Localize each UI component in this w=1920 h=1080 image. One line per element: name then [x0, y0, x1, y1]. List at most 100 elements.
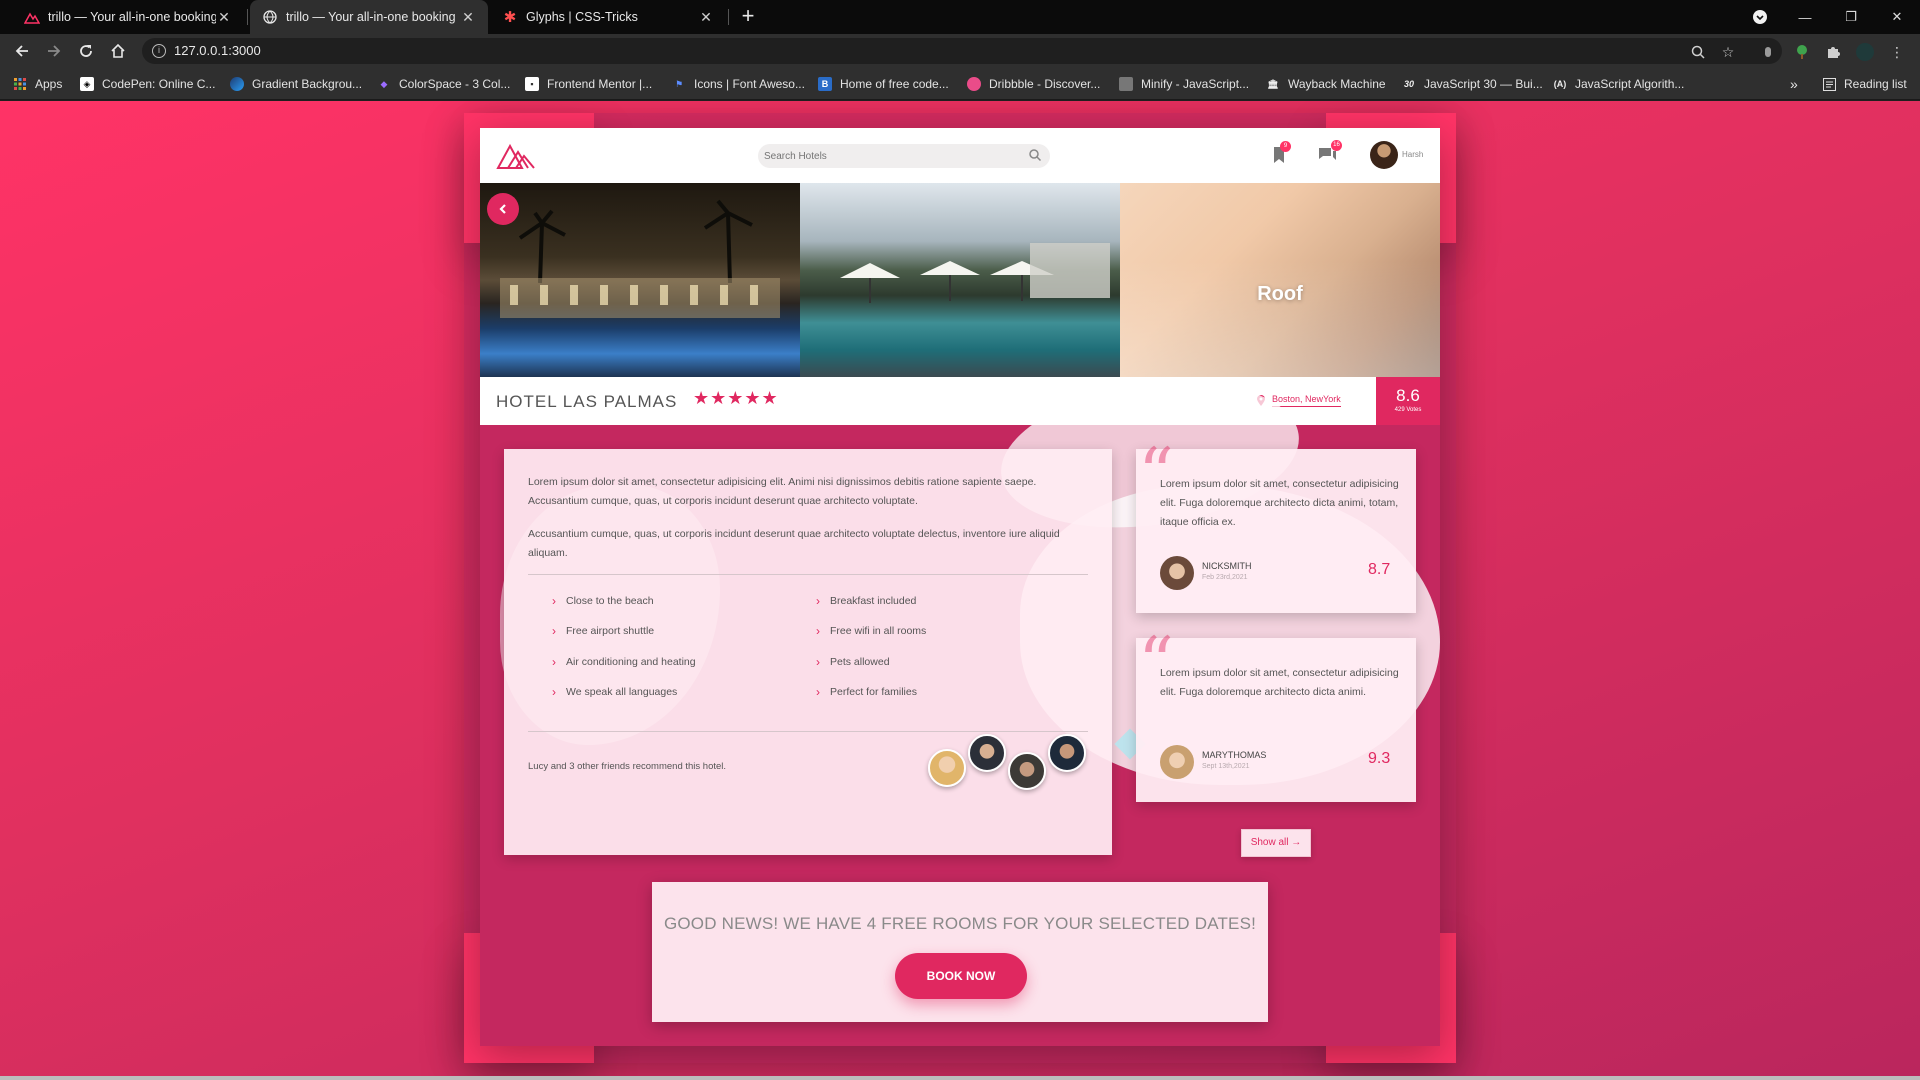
close-icon[interactable]: ✕	[698, 9, 714, 26]
feature-item: › Pets allowed	[816, 655, 890, 669]
bookmark-label: JavaScript 30 — Bui...	[1424, 77, 1543, 91]
trillo-logo-icon[interactable]	[496, 142, 536, 175]
chevron-right-icon: ›	[816, 685, 820, 699]
chevron-right-icon: ›	[552, 655, 556, 669]
bookmark-label: Minify - JavaScript...	[1141, 77, 1250, 91]
home-button[interactable]	[107, 40, 129, 62]
menu-kebab-icon[interactable]: ⋮	[1888, 43, 1906, 61]
close-icon[interactable]: ✕	[460, 9, 476, 26]
feature-item: › Perfect for families	[816, 685, 917, 699]
bookmark-colorspace[interactable]: ◆ ColorSpace - 3 Col...	[377, 76, 511, 92]
bookmark-gradient[interactable]: Gradient Backgrou...	[230, 76, 362, 92]
close-icon[interactable]: ✕	[216, 9, 232, 26]
bookmark-label: Home of free code...	[840, 77, 949, 91]
bookmark-js-algorithms[interactable]: (A) JavaScript Algorith...	[1553, 76, 1685, 92]
bookmark-font-awesome[interactable]: ⚑ Icons | Font Aweso...	[672, 76, 805, 92]
friend-avatar[interactable]	[1048, 734, 1086, 772]
review-card: “ Lorem ipsum dolor sit amet, consectetu…	[1136, 628, 1416, 802]
codepad-icon: B	[818, 77, 832, 91]
feature-item: › Air conditioning and heating	[552, 655, 696, 669]
tab-trillo-1[interactable]: trillo — Your all-in-one booking ✕	[12, 0, 244, 34]
bookmark-minify[interactable]: Minify - JavaScript...	[1119, 76, 1249, 92]
search-input[interactable]	[764, 148, 1004, 164]
gallery-back-button[interactable]	[487, 193, 519, 225]
font-awesome-flag-icon: ⚑	[674, 78, 684, 89]
profile-down-icon[interactable]	[1737, 0, 1783, 34]
chat-badge: 16	[1331, 140, 1342, 151]
review-score: 9.3	[1368, 750, 1391, 767]
horizontal-scrollbar[interactable]	[0, 1076, 1920, 1080]
minimize-button[interactable]: —	[1782, 0, 1828, 34]
search-icon[interactable]	[1028, 148, 1042, 167]
feature-item: › Free airport shuttle	[552, 624, 655, 638]
show-all-button[interactable]: Show all →	[1241, 829, 1311, 857]
bookmark-apps[interactable]: Apps	[13, 76, 62, 92]
gradient-icon	[230, 77, 244, 91]
address-bar[interactable]: i 127.0.0.1:3000	[142, 38, 1782, 64]
description-paragraph: Accusantium cumque, quas, ut corporis in…	[528, 528, 1060, 559]
bookmark-label: Apps	[35, 77, 63, 91]
tab-glyphs[interactable]: ✱ Glyphs | CSS-Tricks ✕	[490, 0, 726, 34]
feature-item: › Breakfast included	[816, 594, 917, 608]
wayback-icon: 🏛	[1267, 78, 1279, 89]
booking-cta: GOOD NEWS! WE HAVE 4 FREE ROOMS FOR YOUR…	[652, 882, 1268, 1022]
bookmark-wayback[interactable]: 🏛 Wayback Machine	[1266, 76, 1385, 92]
codepen-icon: ◈	[80, 77, 94, 91]
chevron-left-icon	[499, 204, 506, 214]
page-viewport: 9 16 Harsh	[0, 101, 1920, 1080]
divider	[528, 574, 1088, 575]
reviewer-avatar	[1160, 556, 1194, 590]
bookmark-js30[interactable]: 30 JavaScript 30 — Bui...	[1402, 76, 1543, 92]
chevron-right-icon: ›	[816, 655, 820, 669]
bookmarks-overflow-button[interactable]: »	[1790, 76, 1798, 92]
hotel-gallery: Roof	[480, 183, 1440, 377]
reading-list-label: Reading list	[1844, 77, 1907, 91]
gallery-photo-roof[interactable]: Roof	[1120, 183, 1440, 377]
forward-button[interactable]	[43, 40, 65, 62]
location-link[interactable]: Boston, NewYork	[1272, 394, 1341, 407]
reviewer-name: NICKSMITH	[1202, 561, 1252, 571]
extension-tree-icon[interactable]	[1793, 43, 1811, 61]
user-avatar[interactable]	[1370, 141, 1398, 169]
review-text: Lorem ipsum dolor sit amet, consectetur …	[1160, 667, 1399, 698]
recommend-text: Lucy and 3 other friends recommend this …	[528, 761, 727, 772]
close-window-button[interactable]: ✕	[1874, 0, 1920, 34]
friend-avatar[interactable]	[968, 734, 1006, 772]
bookmark-label: Frontend Mentor |...	[547, 77, 653, 91]
minify-icon	[1119, 77, 1133, 91]
new-tab-button[interactable]: +	[736, 5, 760, 29]
reload-button[interactable]	[75, 40, 97, 62]
photo-overlay	[1120, 260, 1440, 377]
tab-title: trillo — Your all-in-one booking	[48, 10, 216, 24]
bookmarks-bar: Apps ◈ CodePen: Online C... Gradient Bac…	[0, 68, 1920, 100]
back-button[interactable]	[11, 40, 33, 62]
book-now-button[interactable]: BOOK NOW	[895, 953, 1027, 999]
chevron-right-icon: ›	[816, 624, 820, 638]
chevron-right-icon: ›	[552, 624, 556, 638]
profile-avatar-icon[interactable]	[1856, 43, 1874, 61]
restore-button[interactable]: ❐	[1828, 0, 1874, 34]
extensions-puzzle-icon[interactable]	[1824, 43, 1842, 61]
friend-avatar[interactable]	[928, 749, 966, 787]
chat-notification-icon[interactable]: 16	[1318, 140, 1342, 169]
rating-score: 8.6	[1396, 386, 1420, 405]
bookmark-frontend-mentor[interactable]: ▪ Frontend Mentor |...	[525, 76, 652, 92]
gallery-photo-day-pool[interactable]	[800, 183, 1120, 377]
cta-text: GOOD NEWS! WE HAVE 4 FREE ROOMS FOR YOUR…	[663, 914, 1257, 933]
bookmark-dribbble[interactable]: Dribbble - Discover...	[967, 76, 1100, 92]
site-info-icon[interactable]: i	[152, 44, 166, 58]
tab-trillo-2[interactable]: trillo — Your all-in-one booking ✕	[250, 0, 488, 34]
bookmark-star-icon[interactable]: ☆	[1719, 43, 1737, 61]
globe-icon	[262, 9, 278, 25]
zoom-icon[interactable]	[1689, 43, 1707, 61]
rating-box: 8.6 429 Votes	[1376, 377, 1440, 425]
star-rating: ★★★★★	[693, 388, 779, 408]
reading-list-button[interactable]: Reading list	[1822, 76, 1907, 92]
extension-1-icon[interactable]	[1759, 43, 1777, 61]
gallery-photo-night-pool[interactable]	[480, 183, 800, 377]
friend-avatar[interactable]	[1008, 752, 1046, 790]
bookmarks-notification-icon[interactable]: 9	[1272, 141, 1291, 169]
css-tricks-star-icon: ✱	[503, 9, 517, 26]
bookmark-codepad[interactable]: B Home of free code...	[818, 76, 949, 92]
bookmark-codepen[interactable]: ◈ CodePen: Online C...	[80, 76, 215, 92]
